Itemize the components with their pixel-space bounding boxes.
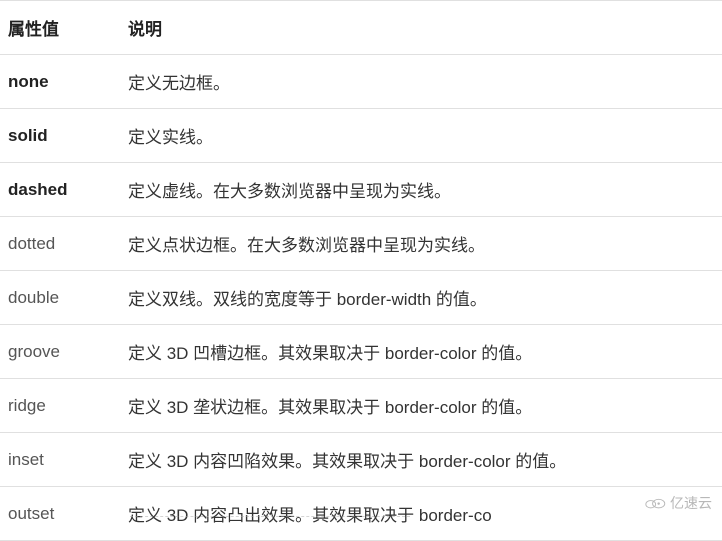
value-cell: outset xyxy=(0,487,120,541)
cloud-icon xyxy=(644,496,666,510)
desc-cell: 定义虚线。在大多数浏览器中呈现为实线。 xyxy=(120,163,722,217)
value-cell: double xyxy=(0,271,120,325)
value-cell: groove xyxy=(0,325,120,379)
desc-cell: 定义实线。 xyxy=(120,109,722,163)
value-cell: inset xyxy=(0,433,120,487)
value-cell: solid xyxy=(0,109,120,163)
desc-cell: 定义 3D 内容凹陷效果。其效果取决于 border-color 的值。 xyxy=(120,433,722,487)
table-row: outset定义 3D 内容凸出效果。其效果取决于 border-co xyxy=(0,487,722,541)
header-value: 属性值 xyxy=(0,1,120,55)
desc-cell: 定义 3D 垄状边框。其效果取决于 border-color 的值。 xyxy=(120,379,722,433)
footer-dashed-line xyxy=(130,516,410,517)
table-row: dotted定义点状边框。在大多数浏览器中呈现为实线。 xyxy=(0,217,722,271)
watermark: 亿速云 xyxy=(644,493,712,513)
table-row: none定义无边框。 xyxy=(0,55,722,109)
value-cell: ridge xyxy=(0,379,120,433)
table-row: double定义双线。双线的宽度等于 border-width 的值。 xyxy=(0,271,722,325)
value-cell: none xyxy=(0,55,120,109)
table-row: ridge定义 3D 垄状边框。其效果取决于 border-color 的值。 xyxy=(0,379,722,433)
table-row: dashed定义虚线。在大多数浏览器中呈现为实线。 xyxy=(0,163,722,217)
table-row: groove定义 3D 凹槽边框。其效果取决于 border-color 的值。 xyxy=(0,325,722,379)
desc-cell: 定义点状边框。在大多数浏览器中呈现为实线。 xyxy=(120,217,722,271)
table-row: solid定义实线。 xyxy=(0,109,722,163)
value-cell: dashed xyxy=(0,163,120,217)
header-row: 属性值 说明 xyxy=(0,1,722,55)
value-cell: dotted xyxy=(0,217,120,271)
table-row: inset定义 3D 内容凹陷效果。其效果取决于 border-color 的值… xyxy=(0,433,722,487)
desc-cell: 定义无边框。 xyxy=(120,55,722,109)
desc-cell: 定义 3D 凹槽边框。其效果取决于 border-color 的值。 xyxy=(120,325,722,379)
watermark-text: 亿速云 xyxy=(670,493,712,513)
header-desc: 说明 xyxy=(120,1,722,55)
property-table: 属性值 说明 none定义无边框。solid定义实线。dashed定义虚线。在大… xyxy=(0,0,722,541)
desc-cell: 定义 3D 内容凸出效果。其效果取决于 border-co xyxy=(120,487,722,541)
desc-cell: 定义双线。双线的宽度等于 border-width 的值。 xyxy=(120,271,722,325)
